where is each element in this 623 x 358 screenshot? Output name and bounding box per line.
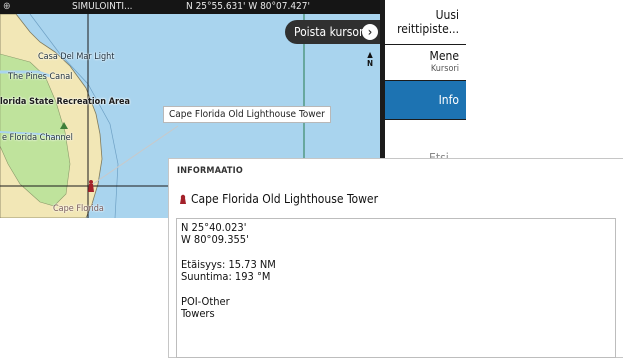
lighthouse-icon — [180, 194, 186, 204]
menu-item-info[interactable]: Info — [385, 81, 466, 119]
panel-title: INFORMAATIO — [177, 166, 243, 176]
simulation-status: SIMULOINTI... — [72, 1, 133, 12]
lighthouse-marker — [88, 184, 94, 192]
map-label-florida-channel: e Florida Channel — [2, 133, 73, 143]
cursor-coordinates: N 25°55.631' W 80°07.427' — [186, 1, 310, 12]
poi-subcategory: Towers — [181, 307, 215, 320]
menu-item-goto-sub: Kursori — [430, 64, 459, 74]
map-label-cape-florida: Cape Florida — [53, 204, 104, 214]
cursor-popup[interactable]: Cape Florida Old Lighthouse Tower — [163, 106, 331, 123]
menu-item-goto[interactable]: Mene Kursori — [385, 45, 466, 80]
poi-longitude: W 80°09.355' — [181, 233, 249, 246]
info-panel: INFORMAATIO Cape Florida Old Lighthouse … — [168, 158, 623, 358]
map-label-pines-canal: The Pines Canal — [8, 72, 73, 82]
clear-cursor-button[interactable]: Poista kursori › — [285, 20, 380, 44]
menu-item-goto-label: Mene — [429, 49, 459, 63]
poi-name: Cape Florida Old Lighthouse Tower — [191, 192, 379, 206]
clear-cursor-label: Poista kursori — [294, 25, 367, 39]
north-arrow-icon[interactable]: ▲ N — [364, 50, 376, 68]
poi-bearing: Suuntima: 193 °M — [181, 270, 271, 283]
map-label-state-recreation: lorida State Recreation Area — [0, 97, 131, 107]
map-label-casa-del-mar: Casa Del Mar Light — [38, 52, 115, 62]
gps-icon: ⊕ — [3, 1, 11, 12]
status-bar: ⊕ SIMULOINTI... N 25°55.631' W 80°07.427… — [0, 0, 380, 14]
chevron-right-icon: › — [362, 24, 378, 40]
poi-title: Cape Florida Old Lighthouse Tower — [179, 192, 378, 206]
poi-details[interactable]: N 25°40.023' W 80°09.355' Etäisyys: 15.7… — [176, 218, 616, 358]
poi-category: POI-Other — [181, 295, 230, 308]
menu-item-new-route[interactable]: Uusi reittipiste... — [385, 0, 466, 44]
